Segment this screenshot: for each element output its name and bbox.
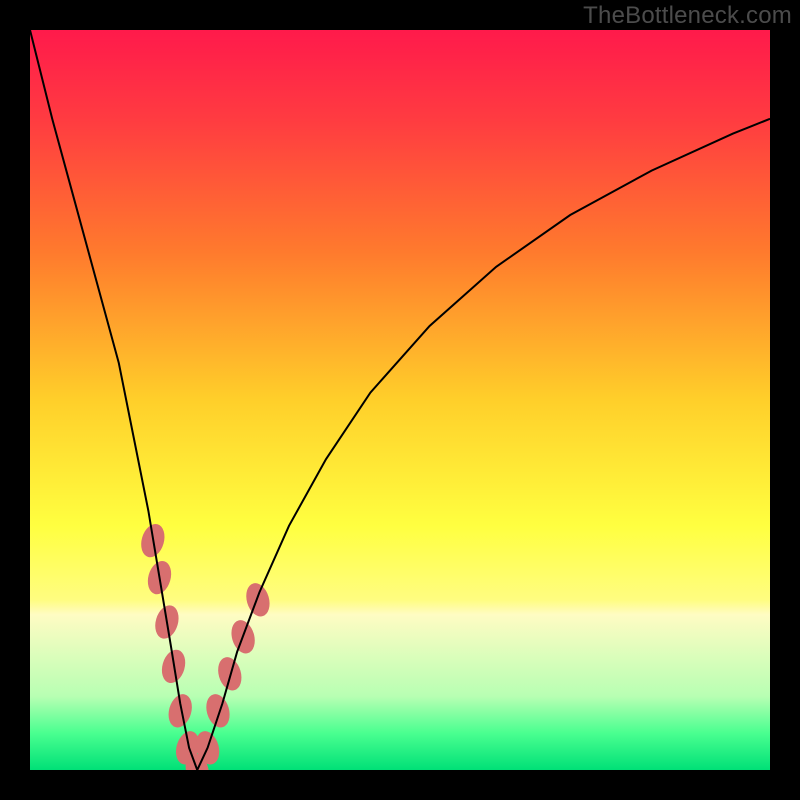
- bead-marker: [243, 580, 274, 619]
- beads-group: [137, 521, 273, 770]
- watermark-text: TheBottleneck.com: [583, 2, 792, 30]
- chart-frame: TheBottleneck.com: [0, 0, 800, 800]
- bead-marker: [203, 691, 234, 730]
- bead-marker: [214, 654, 245, 693]
- plot-area: [30, 30, 770, 770]
- curve-layer: [30, 30, 770, 770]
- bottleneck-curve: [30, 30, 770, 770]
